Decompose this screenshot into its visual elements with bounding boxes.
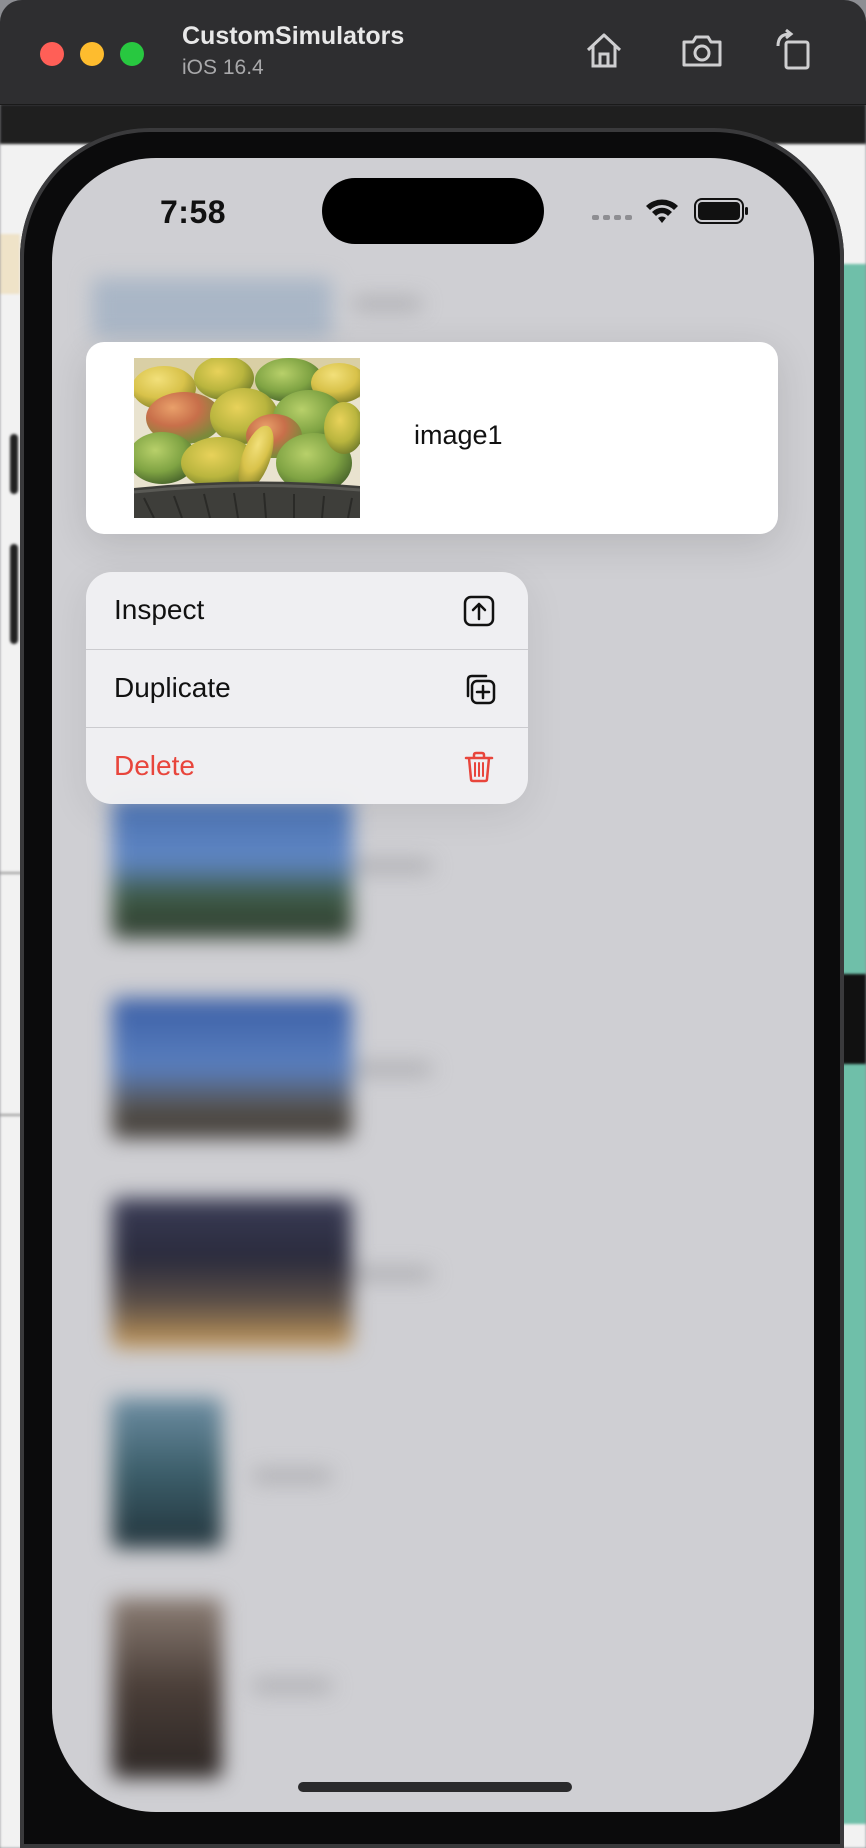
status-time: 7:58 <box>160 194 227 230</box>
mango-photo <box>134 358 360 518</box>
home-indicator[interactable] <box>298 1782 572 1792</box>
menu-item-label: Inspect <box>114 594 205 625</box>
square-arrow-up-icon <box>463 595 495 627</box>
menu-item-inspect[interactable]: Inspect <box>86 572 528 650</box>
list-item <box>112 998 352 1138</box>
context-menu: Inspect Duplicate Delete <box>86 572 528 804</box>
device-display: 7:58 image1 Inspect Duplicate Delete <box>52 158 814 1812</box>
trash-icon <box>464 751 494 783</box>
list-item <box>112 1398 222 1548</box>
menu-item-label: Delete <box>114 750 195 781</box>
background-scroll-mark <box>10 544 18 644</box>
list-item <box>252 1470 332 1482</box>
simulator-os-version: iOS 16.4 <box>182 56 264 79</box>
list-item <box>112 1198 352 1348</box>
home-icon[interactable] <box>582 28 626 72</box>
menu-item-duplicate[interactable]: Duplicate <box>86 650 528 728</box>
signal-icon <box>592 215 632 220</box>
list-item <box>112 1598 222 1778</box>
menu-item-delete[interactable]: Delete <box>86 728 528 804</box>
simulator-title: CustomSimulators <box>182 22 405 50</box>
close-window-button[interactable] <box>40 42 64 66</box>
context-preview-card[interactable]: image1 <box>86 342 778 534</box>
list-item <box>352 298 422 310</box>
list-item <box>252 1680 332 1692</box>
wifi-icon <box>646 199 678 223</box>
list-item <box>352 860 432 872</box>
dynamic-island <box>322 178 544 244</box>
background-tab <box>0 234 20 294</box>
list-item <box>92 278 332 338</box>
zoom-window-button[interactable] <box>120 42 144 66</box>
background-scroll-mark <box>10 434 18 494</box>
list-item <box>352 1063 432 1075</box>
plus-square-on-square-icon <box>466 674 496 705</box>
screenshot-icon[interactable] <box>680 28 724 72</box>
screen: CustomSimulators iOS 16.4 7:58 image1 In… <box>0 0 866 1848</box>
battery-icon <box>694 198 748 224</box>
simulator-titlebar: CustomSimulators iOS 16.4 <box>0 0 866 105</box>
list-item <box>352 1268 432 1280</box>
rotate-icon[interactable] <box>772 28 816 72</box>
preview-title: image1 <box>414 420 503 450</box>
list-item <box>112 798 352 938</box>
minimize-window-button[interactable] <box>80 42 104 66</box>
menu-item-label: Duplicate <box>114 672 231 703</box>
